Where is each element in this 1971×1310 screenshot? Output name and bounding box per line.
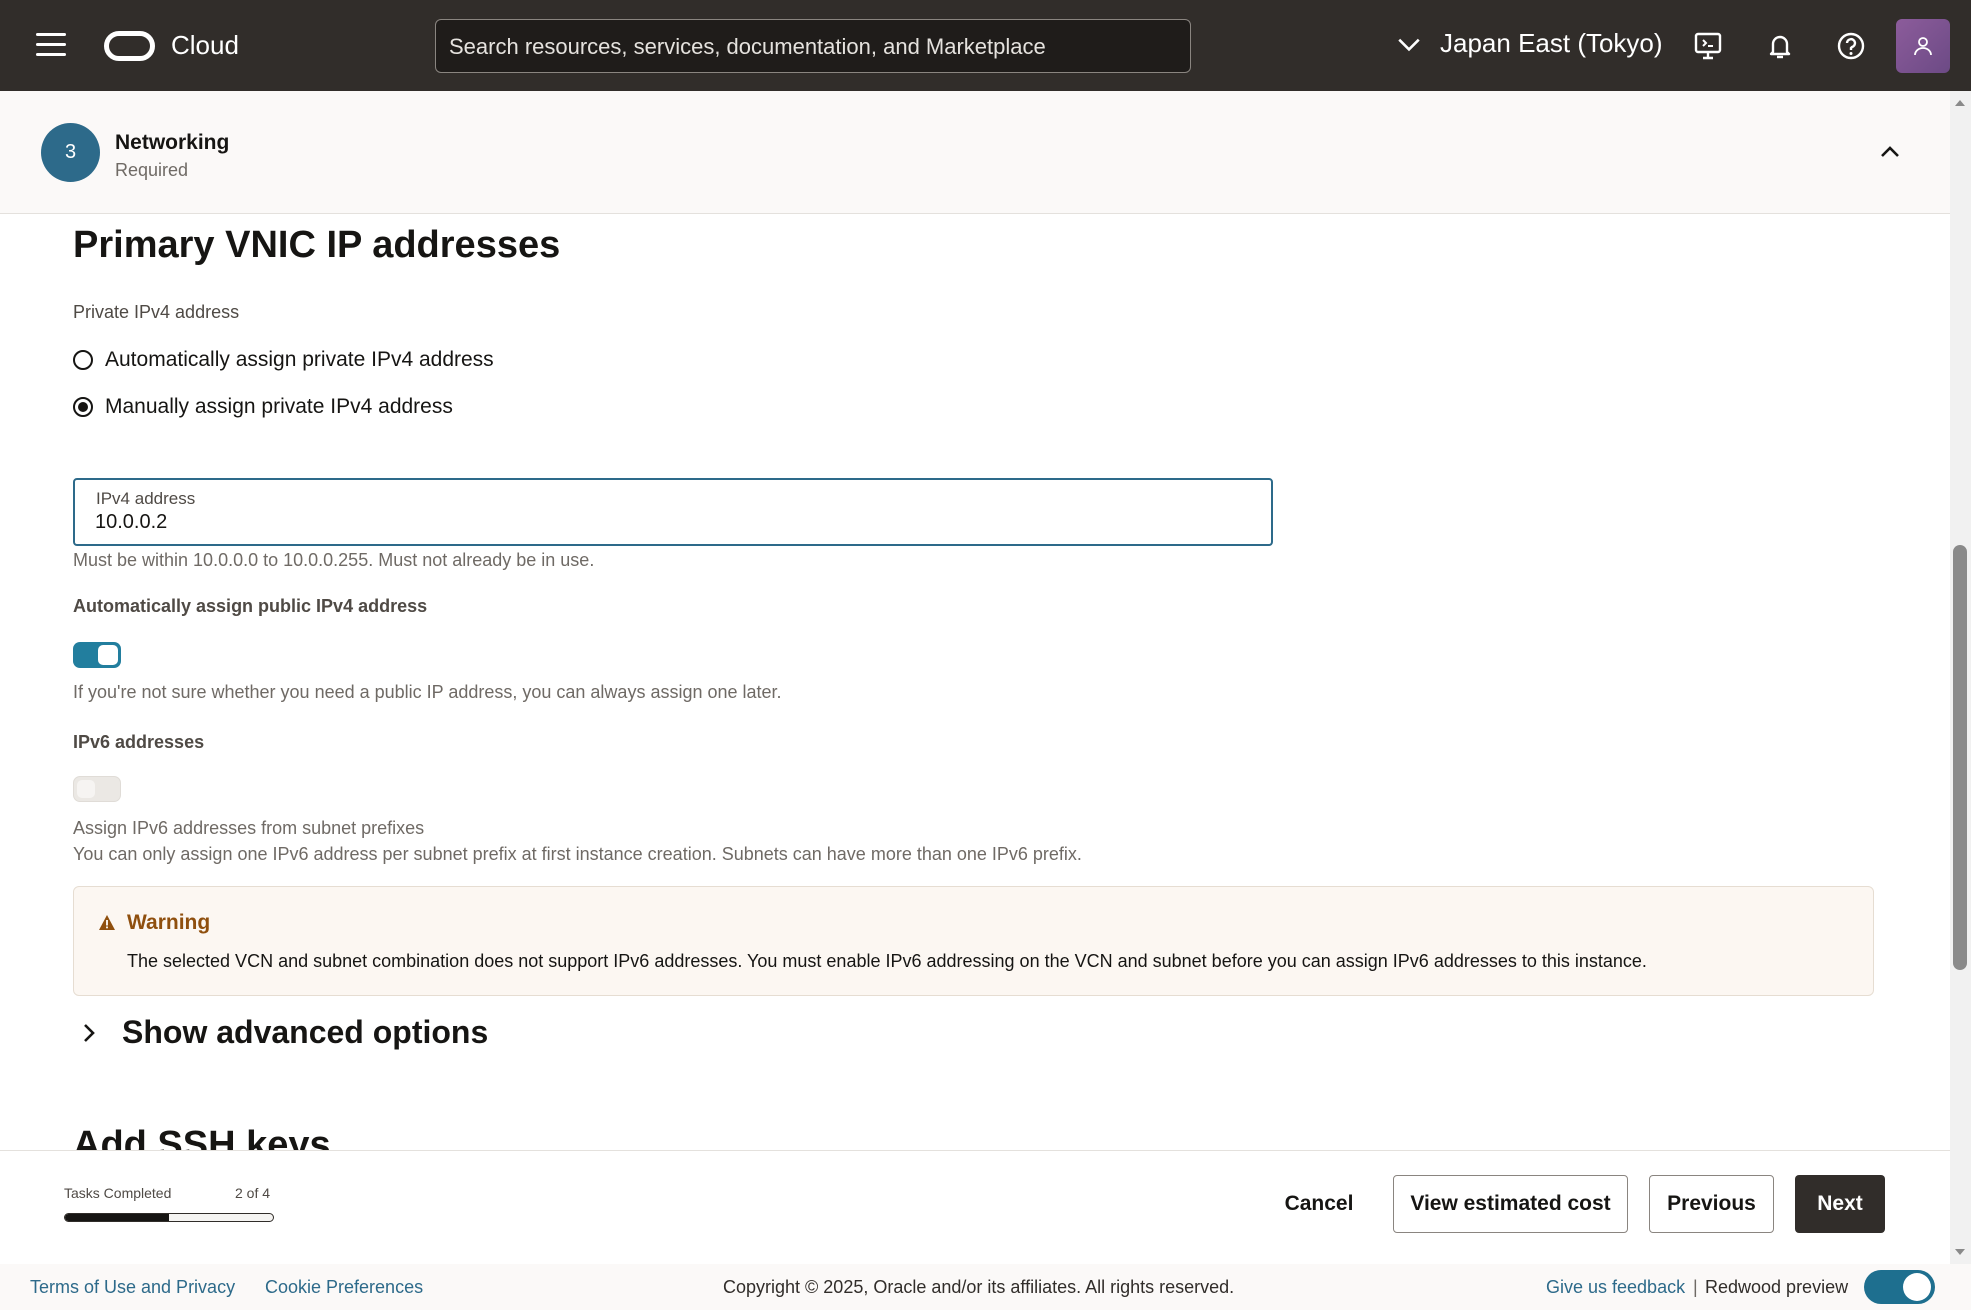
previous-button[interactable]: Previous (1649, 1175, 1774, 1233)
terms-link[interactable]: Terms of Use and Privacy (30, 1277, 235, 1298)
main-content: Primary VNIC IP addresses Private IPv4 a… (0, 214, 1950, 1150)
warning-title: Warning (127, 911, 211, 934)
chevron-down-icon (1398, 38, 1420, 51)
public-ipv4-toggle[interactable] (73, 642, 121, 668)
ipv6-label: IPv6 addresses (73, 732, 205, 752)
public-ipv4-label: Automatically assign public IPv4 address (73, 596, 428, 616)
menu-icon[interactable] (36, 33, 66, 57)
step-title: Networking (115, 131, 230, 154)
bell-icon[interactable] (1765, 31, 1795, 61)
chevron-up-icon[interactable] (1876, 138, 1904, 166)
redwood-preview-label: Redwood preview (1705, 1277, 1849, 1297)
warning-text: The selected VCN and subnet combination … (127, 951, 1647, 971)
ipv6-toggle[interactable] (73, 776, 121, 802)
tasks-completed-label: Tasks Completed (64, 1185, 172, 1201)
search-input[interactable]: Search resources, services, documentatio… (435, 19, 1191, 73)
chevron-right-icon (84, 1023, 95, 1042)
tasks-progress-bar (64, 1213, 274, 1222)
footer-separator: | (1693, 1277, 1698, 1297)
region-selector[interactable]: Japan East (Tokyo) (1396, 28, 1663, 59)
region-label: Japan East (Tokyo) (1440, 28, 1663, 58)
section-title: Primary VNIC IP addresses (73, 224, 561, 266)
tasks-progress-fill (65, 1214, 169, 1221)
ipv6-hint-2: You can only assign one IPv6 address per… (73, 844, 1082, 864)
scrollbar-thumb[interactable] (1953, 545, 1967, 970)
cancel-button[interactable]: Cancel (1271, 1175, 1367, 1233)
ipv4-hint: Must be within 10.0.0.0 to 10.0.0.255. M… (73, 550, 595, 570)
warning-banner: Warning The selected VCN and subnet comb… (73, 886, 1874, 996)
scroll-down-icon[interactable] (1953, 1245, 1967, 1259)
redwood-preview-toggle[interactable] (1864, 1270, 1935, 1304)
footer: Terms of Use and Privacy Cookie Preferen… (0, 1264, 1971, 1310)
warning-icon (99, 915, 115, 930)
wizard-action-bar: Tasks Completed 2 of 4 Cancel View estim… (0, 1150, 1950, 1264)
ipv4-address-field[interactable]: IPv4 address (73, 478, 1273, 546)
step-number-badge: 3 (41, 123, 100, 182)
user-icon (1914, 37, 1932, 56)
radio-button-checked[interactable] (73, 397, 93, 417)
help-icon[interactable] (1836, 31, 1866, 61)
radio-button[interactable] (73, 350, 93, 370)
public-ipv4-hint: If you're not sure whether you need a pu… (73, 682, 782, 702)
radio-manual-label: Manually assign private IPv4 address (105, 395, 453, 418)
radio-auto-private-ipv4[interactable]: Automatically assign private IPv4 addres… (73, 348, 494, 372)
add-ssh-keys-title: Add SSH keys (73, 1124, 331, 1150)
scroll-up-icon[interactable] (1953, 96, 1967, 110)
oracle-logo[interactable] (104, 31, 155, 61)
ipv6-hint-1: Assign IPv6 addresses from subnet prefix… (73, 818, 425, 838)
cloud-shell-icon[interactable] (1693, 31, 1723, 61)
cookie-preferences-link[interactable]: Cookie Preferences (265, 1277, 423, 1298)
radio-auto-label: Automatically assign private IPv4 addres… (105, 348, 494, 371)
feedback-link[interactable]: Give us feedback (1546, 1277, 1685, 1298)
copyright-text: Copyright © 2025, Oracle and/or its affi… (723, 1277, 1235, 1297)
brand-name: Cloud (171, 30, 239, 60)
show-advanced-options-toggle[interactable]: Show advanced options (80, 1014, 488, 1051)
ipv4-address-input[interactable] (95, 511, 1245, 534)
show-advanced-options-label: Show advanced options (122, 1014, 489, 1050)
top-navigation-bar: Cloud Search resources, services, docume… (0, 0, 1971, 91)
step-header[interactable]: 3 Networking Required (0, 91, 1950, 214)
view-estimated-cost-button[interactable]: View estimated cost (1393, 1175, 1628, 1233)
step-subtitle: Required (115, 160, 189, 180)
private-ipv4-label: Private IPv4 address (73, 302, 240, 322)
radio-manual-private-ipv4[interactable]: Manually assign private IPv4 address (73, 395, 453, 419)
tasks-completed-count: 2 of 4 (235, 1185, 271, 1201)
user-avatar[interactable] (1896, 19, 1950, 73)
next-button[interactable]: Next (1795, 1175, 1885, 1233)
ipv4-field-label: IPv4 address (96, 489, 196, 508)
